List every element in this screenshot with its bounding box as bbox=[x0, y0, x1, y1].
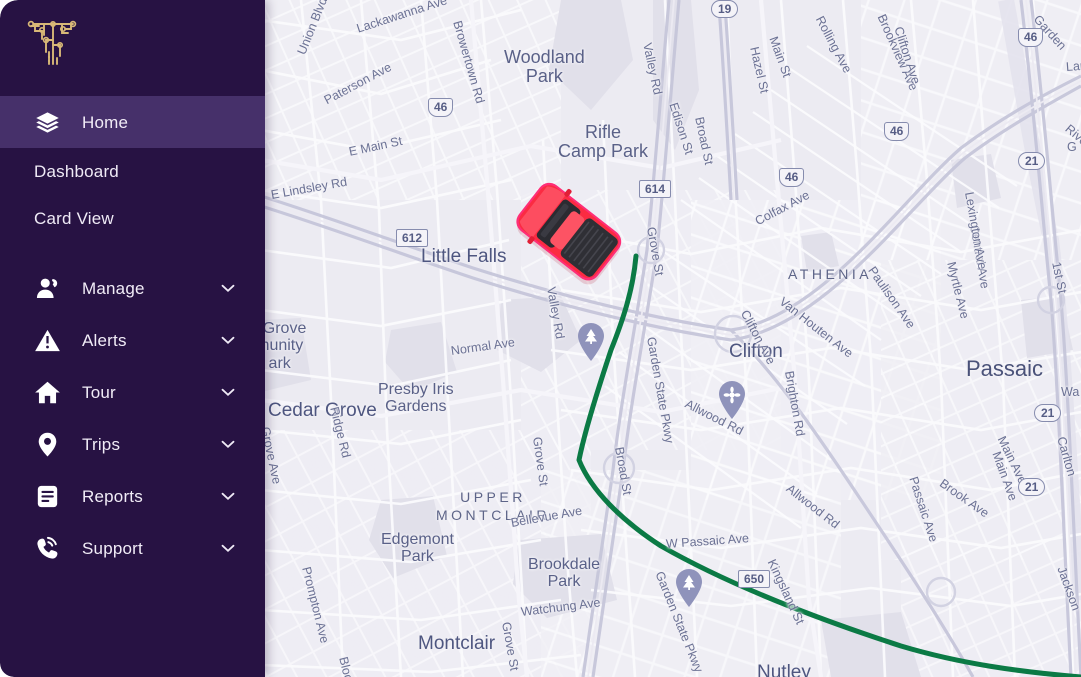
home-icon bbox=[32, 377, 62, 407]
sidebar-item-label: Trips bbox=[82, 434, 121, 454]
sidebar-item-reports[interactable]: Reports bbox=[0, 470, 265, 522]
sidebar-item-label: Support bbox=[82, 538, 143, 558]
sidebar-subitem-card-view[interactable]: Card View bbox=[0, 195, 265, 242]
map-pin-icon bbox=[32, 429, 62, 459]
chevron-down-icon[interactable] bbox=[217, 329, 239, 351]
circuit-t-logo-icon bbox=[27, 20, 77, 65]
sidebar[interactable]: Home Dashboard Card View Manage Alerts T… bbox=[0, 0, 265, 677]
sidebar-item-manage[interactable]: Manage bbox=[0, 262, 265, 314]
chevron-down-icon[interactable] bbox=[217, 433, 239, 455]
layers-icon bbox=[32, 107, 62, 137]
map-canvas[interactable]: Woodland Park Rifle Camp Park Little Falls Ce… bbox=[261, 0, 1081, 677]
sidebar-subitem-label: Card View bbox=[34, 208, 114, 228]
sidebar-divider-space bbox=[0, 242, 265, 262]
sidebar-item-label: Home bbox=[82, 112, 129, 132]
sidebar-item-trips[interactable]: Trips bbox=[0, 418, 265, 470]
sidebar-item-support[interactable]: Support bbox=[0, 522, 265, 574]
warning-icon bbox=[32, 325, 62, 355]
map-base-layer bbox=[261, 0, 1081, 677]
users-icon bbox=[32, 273, 62, 303]
sidebar-item-home[interactable]: Home bbox=[0, 96, 265, 148]
sidebar-item-label: Alerts bbox=[82, 330, 127, 350]
app-root: Woodland Park Rifle Camp Park Little Falls Ce… bbox=[0, 0, 1081, 677]
sidebar-item-alerts[interactable]: Alerts bbox=[0, 314, 265, 366]
chevron-down-icon[interactable] bbox=[217, 485, 239, 507]
sidebar-subitem-dashboard[interactable]: Dashboard bbox=[0, 148, 265, 195]
phone-icon bbox=[32, 533, 62, 563]
sidebar-item-tour[interactable]: Tour bbox=[0, 366, 265, 418]
sidebar-item-label: Reports bbox=[82, 486, 143, 506]
chevron-down-icon[interactable] bbox=[217, 537, 239, 559]
sidebar-item-label: Manage bbox=[82, 278, 145, 298]
chevron-down-icon[interactable] bbox=[217, 277, 239, 299]
document-icon bbox=[32, 481, 62, 511]
chevron-down-icon[interactable] bbox=[217, 381, 239, 403]
sidebar-item-label: Tour bbox=[82, 382, 116, 402]
sidebar-subitem-label: Dashboard bbox=[34, 161, 119, 181]
brand-logo[interactable] bbox=[0, 0, 265, 86]
